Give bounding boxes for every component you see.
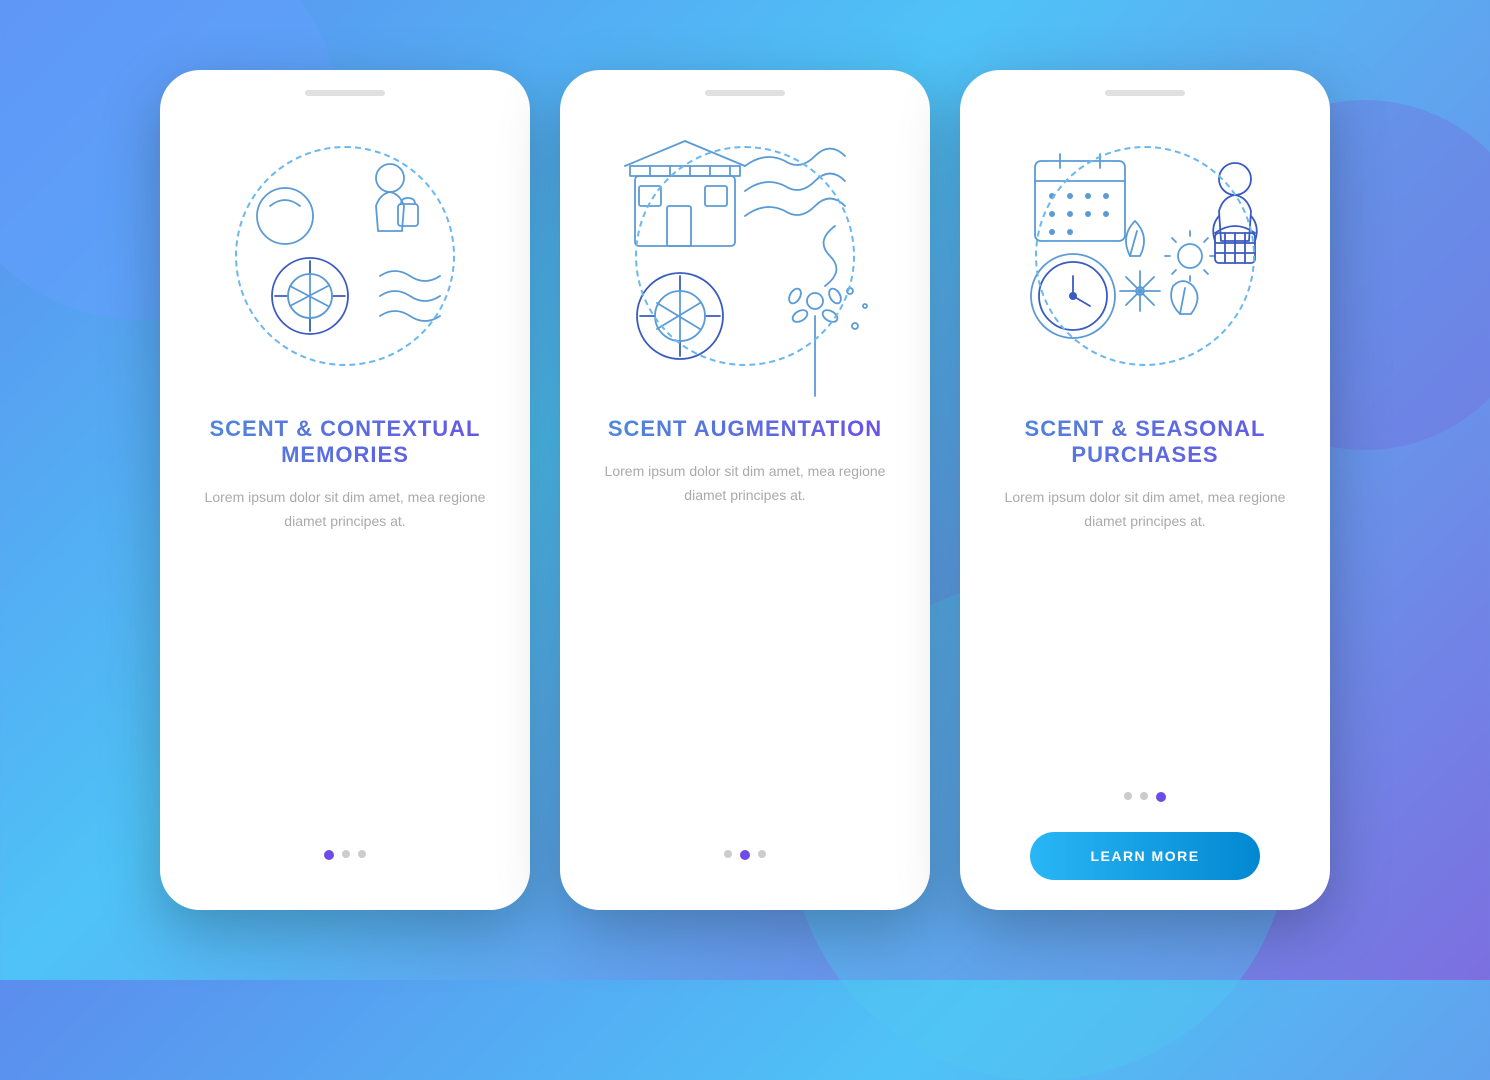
dot-1-3 [358,850,366,858]
phone-2-title: SCENT AUGMENTATION [578,416,912,442]
phone-2: SCENT AUGMENTATION Lorem ipsum dolor sit… [560,70,930,910]
dot-3-3 [1156,792,1166,802]
phone-3-title: SCENT & SEASONAL PURCHASES [960,416,1330,468]
phone-2-dots [724,850,766,860]
phone-3-dots [1124,792,1166,802]
phone-1: SCENT & CONTEXTUAL MEMORIES Lorem ipsum … [160,70,530,910]
phone-2-dashed-circle [635,146,855,366]
dot-2-1 [724,850,732,858]
phone-2-notch [705,90,785,96]
phone-3-illustration [1005,116,1285,396]
dot-1-2 [342,850,350,858]
phone-2-illustration [605,116,885,396]
phone-3: SCENT & SEASONAL PURCHASES Lorem ipsum d… [960,70,1330,910]
phone-1-illustration [205,116,485,396]
phone-2-body: Lorem ipsum dolor sit dim amet, mea regi… [560,460,930,508]
phone-1-dots [324,850,366,860]
dot-2-3 [758,850,766,858]
dot-3-2 [1140,792,1148,800]
phone-3-dashed-circle [1035,146,1255,366]
dot-2-2 [740,850,750,860]
phone-3-notch [1105,90,1185,96]
learn-more-button[interactable]: LEARN MORE [1030,832,1259,880]
phone-1-notch [305,90,385,96]
phone-1-body: Lorem ipsum dolor sit dim amet, mea regi… [160,486,530,534]
dot-3-1 [1124,792,1132,800]
dot-1-1 [324,850,334,860]
phone-3-body: Lorem ipsum dolor sit dim amet, mea regi… [960,486,1330,534]
phone-1-title: SCENT & CONTEXTUAL MEMORIES [160,416,530,468]
phones-container: SCENT & CONTEXTUAL MEMORIES Lorem ipsum … [160,70,1330,910]
phone-1-dashed-circle [235,146,455,366]
